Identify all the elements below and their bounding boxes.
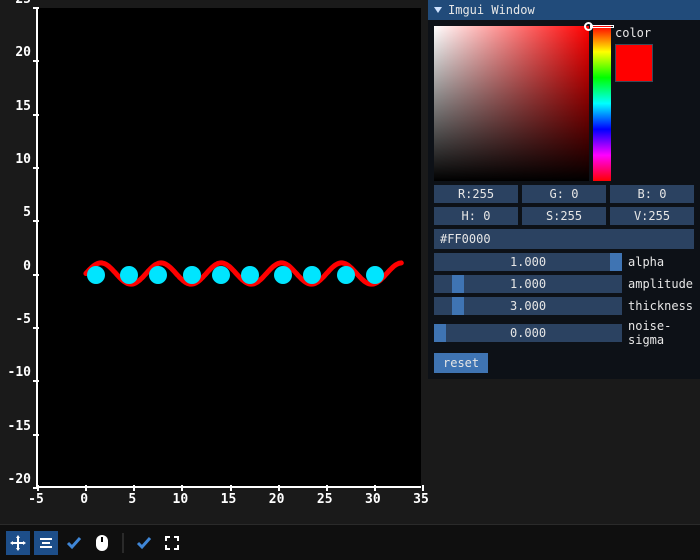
move-icon[interactable] — [6, 531, 30, 555]
alpha-label: alpha — [628, 255, 664, 269]
amplitude-slider[interactable]: 1.000 — [434, 275, 622, 293]
data-point[interactable] — [87, 266, 105, 284]
noise-slider[interactable]: 0.000 — [434, 324, 622, 342]
data-point[interactable] — [149, 266, 167, 284]
fullscreen-icon[interactable] — [160, 531, 184, 555]
s-field[interactable]: S:255 — [522, 207, 606, 225]
x-axis-labels: -505101520253035 — [36, 492, 421, 508]
g-field[interactable]: G: 0 — [522, 185, 606, 203]
check-icon-2[interactable] — [132, 531, 156, 555]
toolbar-separator — [122, 533, 124, 553]
data-point[interactable] — [120, 266, 138, 284]
color-sat-val[interactable] — [434, 26, 589, 181]
data-point[interactable] — [337, 266, 355, 284]
check-icon-1[interactable] — [62, 531, 86, 555]
plot-panel: -20-15-10-50510152025 -505101520253035 — [6, 8, 426, 506]
mouse-icon[interactable] — [90, 531, 114, 555]
data-point[interactable] — [212, 266, 230, 284]
r-field[interactable]: R:255 — [434, 185, 518, 203]
noise-label: noise-sigma — [628, 319, 694, 347]
bottom-toolbar — [0, 524, 700, 560]
sine-curve — [38, 8, 421, 486]
align-icon[interactable] — [34, 531, 58, 555]
h-field[interactable]: H: 0 — [434, 207, 518, 225]
data-point[interactable] — [241, 266, 259, 284]
alpha-slider[interactable]: 1.000 — [434, 253, 622, 271]
data-point[interactable] — [366, 266, 384, 284]
y-axis-labels: -20-15-10-50510152025 — [6, 0, 34, 490]
thickness-label: thickness — [628, 299, 693, 313]
color-label: color — [615, 26, 653, 40]
imgui-title-text: Imgui Window — [448, 3, 535, 17]
v-field[interactable]: V:255 — [610, 207, 694, 225]
imgui-titlebar[interactable]: Imgui Window — [428, 0, 700, 20]
imgui-body: color R:255 G: 0 B: 0 H: 0 S:255 V:255 #… — [428, 20, 700, 379]
thickness-slider[interactable]: 3.000 — [434, 297, 622, 315]
plot-area[interactable] — [36, 8, 421, 488]
color-hue-bar[interactable] — [593, 26, 611, 181]
data-point[interactable] — [274, 266, 292, 284]
data-point[interactable] — [183, 266, 201, 284]
amplitude-label: amplitude — [628, 277, 693, 291]
imgui-window[interactable]: Imgui Window color R:255 G: 0 B: 0 H: 0 … — [428, 0, 700, 379]
color-swatch[interactable] — [615, 44, 653, 82]
hex-field[interactable]: #FF0000 — [434, 229, 694, 249]
data-point[interactable] — [303, 266, 321, 284]
reset-button[interactable]: reset — [434, 353, 488, 373]
b-field[interactable]: B: 0 — [610, 185, 694, 203]
